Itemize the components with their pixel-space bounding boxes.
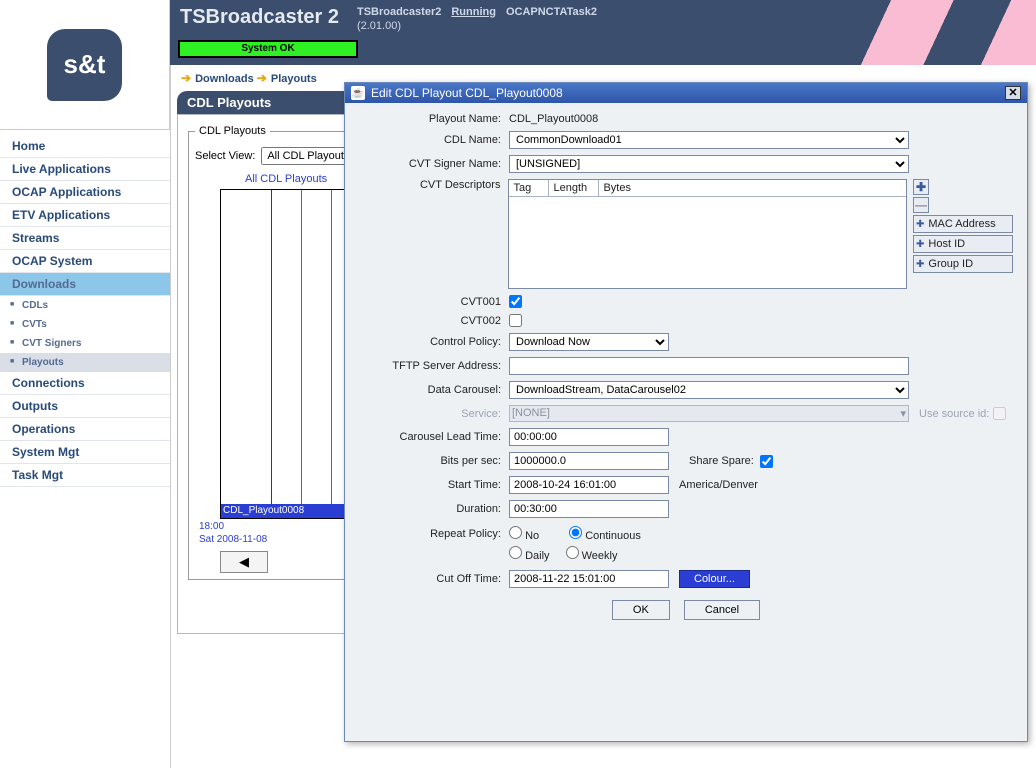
col-length: Length	[549, 180, 599, 196]
service-select: [NONE]▾	[509, 405, 909, 422]
cutoff-label: Cut Off Time:	[359, 573, 509, 585]
timezone-text: America/Denver	[679, 479, 758, 491]
nav-outputs[interactable]: Outputs	[0, 395, 170, 418]
control-policy-label: Control Policy:	[359, 336, 509, 348]
nav-etv-apps[interactable]: ETV Applications	[0, 204, 170, 227]
nav-live-apps[interactable]: Live Applications	[0, 158, 170, 181]
nav-cvts[interactable]: CVTs	[0, 315, 170, 334]
bits-per-sec-input[interactable]	[509, 452, 669, 470]
select-view-label: Select View:	[195, 150, 255, 162]
task-name: OCAPNCTATask2	[506, 6, 597, 18]
close-icon[interactable]: ✕	[1005, 86, 1021, 100]
col-tag: Tag	[509, 180, 549, 196]
ok-button[interactable]: OK	[612, 600, 670, 620]
carousel-lead-label: Carousel Lead Time:	[359, 431, 509, 443]
timeline-gridline	[331, 190, 332, 518]
nav-ocap-system[interactable]: OCAP System	[0, 250, 170, 273]
use-source-label: Use source id:	[919, 408, 989, 420]
nav-cvt-signers[interactable]: CVT Signers	[0, 334, 170, 353]
start-time-input[interactable]	[509, 476, 669, 494]
playout-name-label: Playout Name:	[359, 113, 509, 125]
add-host-button[interactable]: Host ID	[913, 235, 1013, 253]
duration-input[interactable]	[509, 500, 669, 518]
logo-area: s&t	[0, 0, 170, 130]
tftp-input[interactable]	[509, 357, 909, 375]
data-carousel-label: Data Carousel:	[359, 384, 509, 396]
nav-downloads[interactable]: Downloads	[0, 273, 170, 296]
rp-no-option[interactable]: No	[509, 526, 539, 542]
cdl-name-select[interactable]: CommonDownload01	[509, 131, 909, 149]
timeline-gridline	[301, 190, 302, 518]
service-label: Service:	[359, 408, 509, 420]
version-text: (2.01.00)	[357, 20, 597, 32]
status-link[interactable]: Running	[451, 6, 496, 18]
dialog-titlebar[interactable]: ☕ Edit CDL Playout CDL_Playout0008 ✕	[345, 83, 1027, 103]
add-mac-button[interactable]: MAC Address	[913, 215, 1013, 233]
data-carousel-select[interactable]: DownloadStream, DataCarousel02	[509, 381, 909, 399]
breadcrumb-arrow-icon: ➔	[181, 71, 191, 85]
nav-home[interactable]: Home	[0, 135, 170, 158]
rp-weekly-option[interactable]: Weekly	[566, 546, 618, 562]
nav-ocap-apps[interactable]: OCAP Applications	[0, 181, 170, 204]
share-spare-checkbox[interactable]	[760, 455, 773, 468]
rp-daily-option[interactable]: Daily	[509, 546, 550, 562]
start-time-label: Start Time:	[359, 479, 509, 491]
dialog-title-text: Edit CDL Playout CDL_Playout0008	[371, 86, 563, 100]
cvt001-label: CVT001	[359, 296, 509, 308]
rp-continuous-option[interactable]: Continuous	[569, 526, 641, 542]
logo-icon: s&t	[47, 29, 122, 101]
bits-per-sec-label: Bits per sec:	[359, 455, 509, 467]
nav-cdls[interactable]: CDLs	[0, 296, 170, 315]
colour-button[interactable]: Colour...	[679, 570, 750, 588]
col-bytes: Bytes	[599, 180, 906, 196]
cdl-name-label: CDL Name:	[359, 134, 509, 146]
cvt002-label: CVT002	[359, 315, 509, 327]
instance-name: TSBroadcaster2	[357, 6, 441, 18]
share-spare-label: Share Spare:	[689, 455, 754, 467]
timeline-now-line	[271, 190, 272, 518]
cancel-button[interactable]: Cancel	[684, 600, 760, 620]
nav-task-mgt[interactable]: Task Mgt	[0, 464, 170, 487]
cutoff-input[interactable]	[509, 570, 669, 588]
nav-playouts[interactable]: Playouts	[0, 353, 170, 372]
carousel-lead-input[interactable]	[509, 428, 669, 446]
remove-descriptor-button[interactable]: —	[913, 197, 929, 213]
cvt-descriptors-table[interactable]: Tag Length Bytes	[508, 179, 907, 289]
cvt001-checkbox[interactable]	[509, 295, 522, 308]
breadcrumb-playouts[interactable]: Playouts	[271, 73, 317, 85]
use-source-checkbox	[993, 407, 1006, 420]
cvt-signer-select[interactable]: [UNSIGNED]	[509, 155, 909, 173]
timeline-prev-button[interactable]: ◀	[220, 551, 268, 573]
repeat-policy-label: Repeat Policy:	[359, 524, 509, 540]
add-descriptor-button[interactable]: ✚	[913, 179, 929, 195]
add-group-button[interactable]: Group ID	[913, 255, 1013, 273]
nav-connections[interactable]: Connections	[0, 372, 170, 395]
nav-operations[interactable]: Operations	[0, 418, 170, 441]
cvt-signer-label: CVT Signer Name:	[359, 158, 509, 170]
system-status-badge: System OK	[178, 40, 358, 58]
cvt-descriptors-label: CVT Descriptors	[359, 179, 508, 191]
edit-playout-dialog: ☕ Edit CDL Playout CDL_Playout0008 ✕ Pla…	[344, 82, 1028, 742]
java-icon: ☕	[351, 86, 365, 100]
breadcrumb-downloads[interactable]: Downloads	[195, 73, 254, 85]
fieldset-legend: CDL Playouts	[195, 125, 270, 137]
nav-system-mgt[interactable]: System Mgt	[0, 441, 170, 464]
duration-label: Duration:	[359, 503, 509, 515]
breadcrumb-arrow-icon: ➔	[257, 71, 267, 85]
control-policy-select[interactable]: Download Now	[509, 333, 669, 351]
tftp-label: TFTP Server Address:	[359, 360, 509, 372]
nav-sidebar: Home Live Applications OCAP Applications…	[0, 130, 170, 492]
playout-name-value: CDL_Playout0008	[509, 113, 598, 125]
cvt002-checkbox[interactable]	[509, 314, 522, 327]
nav-streams[interactable]: Streams	[0, 227, 170, 250]
